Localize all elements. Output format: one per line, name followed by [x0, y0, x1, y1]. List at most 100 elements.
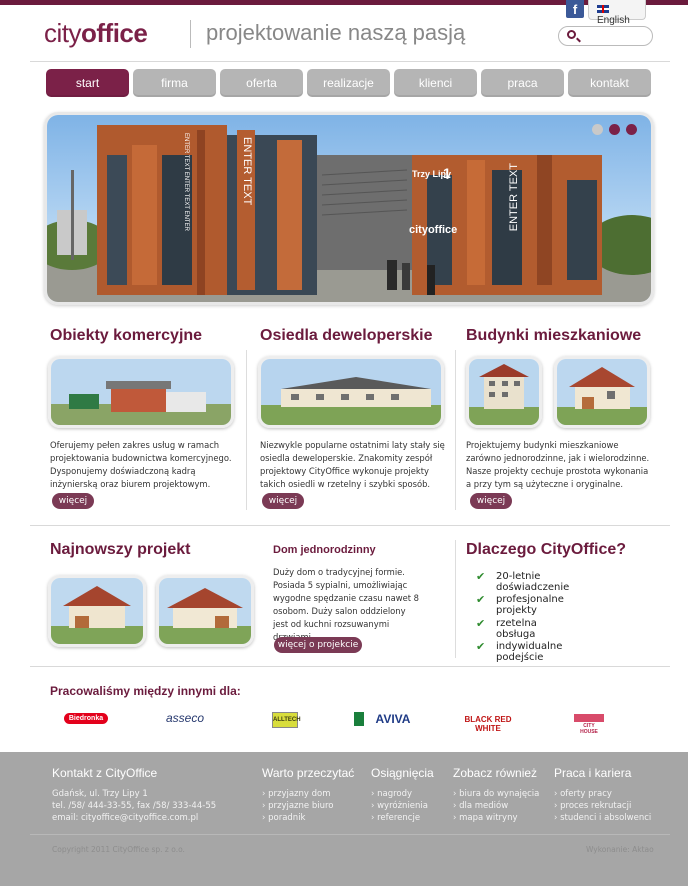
footer-link[interactable]: nagrody	[371, 789, 412, 799]
footer-read-title: Warto przeczytać	[262, 766, 355, 780]
footer-see-also-title: Zobacz również	[453, 766, 538, 780]
footer-link[interactable]: poradnik	[262, 813, 305, 823]
commercial-description: Oferujemy pełen zakres usług w ramach pr…	[50, 440, 232, 489]
footer-see-also: Zobacz również biura do wynajęcia dla me…	[453, 766, 539, 824]
column-title-residential: Budynki mieszkaniowe	[466, 327, 642, 344]
footer-link[interactable]: przyjazne biuro	[262, 801, 334, 811]
hero-sign-number: 1	[443, 165, 451, 181]
column-divider-2	[455, 350, 456, 510]
top-accent-bar	[0, 0, 688, 5]
hero-building-image: Trzy Lipy 1 cityoffice ENTER TEXT ENTER …	[47, 115, 651, 302]
nav-tab-firma[interactable]: firma	[133, 69, 216, 97]
footer-contact-title: Kontakt z CityOffice	[52, 766, 158, 780]
client-logo-asseco[interactable]: asseco	[150, 711, 220, 725]
footer-contact-line: Gdańsk, ul. Trzy Lipy 1	[52, 789, 148, 799]
footer-link[interactable]: proces rekrutacji	[554, 801, 631, 811]
footer-link[interactable]: mapa witryny	[453, 813, 518, 823]
footer-contact-line[interactable]: email: cityoffice@cityoffice.com.pl	[52, 812, 216, 824]
clients-title: Pracowaliśmy między innymi dla:	[50, 684, 241, 698]
footer-read: Warto przeczytać przyjazny dom przyjazne…	[262, 766, 354, 824]
why-item-label: 20-letnie doświadczenie	[496, 571, 570, 593]
footer-contact: Kontakt z CityOffice Gdańsk, ul. Trzy Li…	[52, 766, 216, 824]
slider-dot-2[interactable]	[609, 124, 620, 135]
commercial-more-button[interactable]: więcej	[52, 493, 94, 509]
language-switch[interactable]: English	[588, 0, 646, 26]
footer-link[interactable]: referencje	[371, 813, 420, 823]
hero-banner-text-small: ENTER TEXT ENTER TEXT ENTER	[183, 133, 189, 232]
client-logo-alltech[interactable]: ALLTECH	[272, 712, 301, 728]
search-input[interactable]	[558, 26, 653, 46]
newest-project-thumbnail-2[interactable]	[156, 575, 254, 647]
section-divider-why	[455, 540, 456, 658]
footer-link[interactable]: oferty pracy	[554, 789, 612, 799]
search-icon[interactable]	[567, 30, 576, 39]
newest-project-description: Duży dom o tradycyjnej formie. Posiada 5…	[273, 567, 419, 642]
facebook-icon[interactable]: f	[566, 0, 584, 18]
why-title: Dlaczego CityOffice?	[466, 541, 627, 558]
footer-link[interactable]: biura do wynajęcia	[453, 789, 539, 799]
residential-thumbnail-1[interactable]	[466, 356, 542, 428]
why-item: ✔ indywidualne podejście	[476, 640, 563, 663]
client-logo-brw[interactable]: BLACK RED WHITE	[452, 715, 524, 733]
header-rule	[30, 61, 670, 62]
made-by-link[interactable]: Wykonanie: Aktao	[586, 845, 654, 854]
slider-dot-3[interactable]	[626, 124, 637, 135]
developer-thumbnail[interactable]	[258, 356, 444, 428]
footer-achievements: Osiągnięcia nagrody wyróżnienia referenc…	[371, 766, 434, 824]
hero-banner-text-2: ENTER TEXT	[508, 163, 520, 232]
tagline: projektowanie naszą pasją	[206, 20, 466, 45]
footer-achievements-title: Osiągnięcia	[371, 766, 434, 780]
logo-part-city: city	[44, 18, 82, 48]
footer-link[interactable]: dla mediów	[453, 801, 508, 811]
footer-divider	[30, 834, 670, 835]
nav-tab-klienci[interactable]: klienci	[394, 69, 477, 97]
section-rule-2	[30, 666, 670, 667]
project-details-button[interactable]: więcej o projekcie	[274, 637, 362, 653]
residential-more-button[interactable]: więcej	[470, 493, 512, 509]
why-item-label: rzetelna obsługa	[496, 618, 537, 640]
column-title-developer: Osiedla deweloperskie	[260, 327, 433, 344]
check-icon: ✔	[476, 640, 486, 653]
slider-dot-1[interactable]	[592, 124, 603, 135]
header-divider	[190, 20, 191, 48]
column-divider-1	[246, 350, 247, 510]
developer-description: Niezwykle popularne ostatnimi laty stały…	[260, 440, 445, 489]
client-logo-aviva[interactable]: AVIVA	[354, 712, 418, 726]
footer-contact-line: tel. /58/ 444-33-55, fax /58/ 333-44-55	[52, 801, 217, 811]
nav-tab-kontakt[interactable]: kontakt	[568, 69, 651, 97]
nav-tab-praca[interactable]: praca	[481, 69, 564, 97]
section-rule-1	[30, 525, 670, 526]
footer-careers: Praca i kariera oferty pracy proces rekr…	[554, 766, 651, 824]
logo-part-office: office	[81, 18, 148, 48]
hero-slider: Trzy Lipy 1 cityoffice ENTER TEXT ENTER …	[44, 112, 654, 305]
nav-tab-start[interactable]: start	[46, 69, 129, 97]
footer-link[interactable]: studenci i absolwenci	[554, 813, 651, 823]
hero-sign-brand: cityoffice	[409, 224, 457, 236]
why-item: ✔ rzetelna obsługa	[476, 617, 537, 640]
nav-tab-realizacje[interactable]: realizacje	[307, 69, 390, 97]
why-item-label: indywidualne podejście	[496, 641, 563, 663]
footer-link[interactable]: wyróżnienia	[371, 801, 428, 811]
residential-description: Projektujemy budynki mieszkaniowe zarówn…	[466, 440, 650, 489]
logo[interactable]: cityoffice	[44, 18, 148, 49]
why-item: ✔ 20-letnie doświadczenie	[476, 570, 570, 593]
language-label: English	[597, 15, 630, 26]
why-item-label: profesjonalne projekty	[496, 594, 564, 616]
nav-tab-oferta[interactable]: oferta	[220, 69, 303, 97]
client-logo-biedronka[interactable]: Biedronka	[64, 713, 108, 724]
main-nav: start firma oferta realizacje klienci pr…	[46, 69, 652, 97]
footer-link[interactable]: przyjazny dom	[262, 789, 331, 799]
copyright: Copyright 2011 CityOffice sp. z o.o.	[52, 845, 185, 854]
developer-more-button[interactable]: więcej	[262, 493, 304, 509]
client-logo-cityhouse[interactable]: CITY HOUSE	[574, 714, 604, 735]
check-icon: ✔	[476, 570, 486, 583]
check-icon: ✔	[476, 617, 486, 630]
newest-project-thumbnail-1[interactable]	[48, 575, 146, 647]
uk-flag-icon	[597, 5, 609, 13]
commercial-thumbnail[interactable]	[48, 356, 234, 428]
why-item: ✔ profesjonalne projekty	[476, 593, 564, 616]
residential-thumbnail-2[interactable]	[554, 356, 650, 428]
newest-project-title: Najnowszy projekt	[50, 541, 191, 558]
check-icon: ✔	[476, 593, 486, 606]
footer-careers-title: Praca i kariera	[554, 766, 632, 780]
